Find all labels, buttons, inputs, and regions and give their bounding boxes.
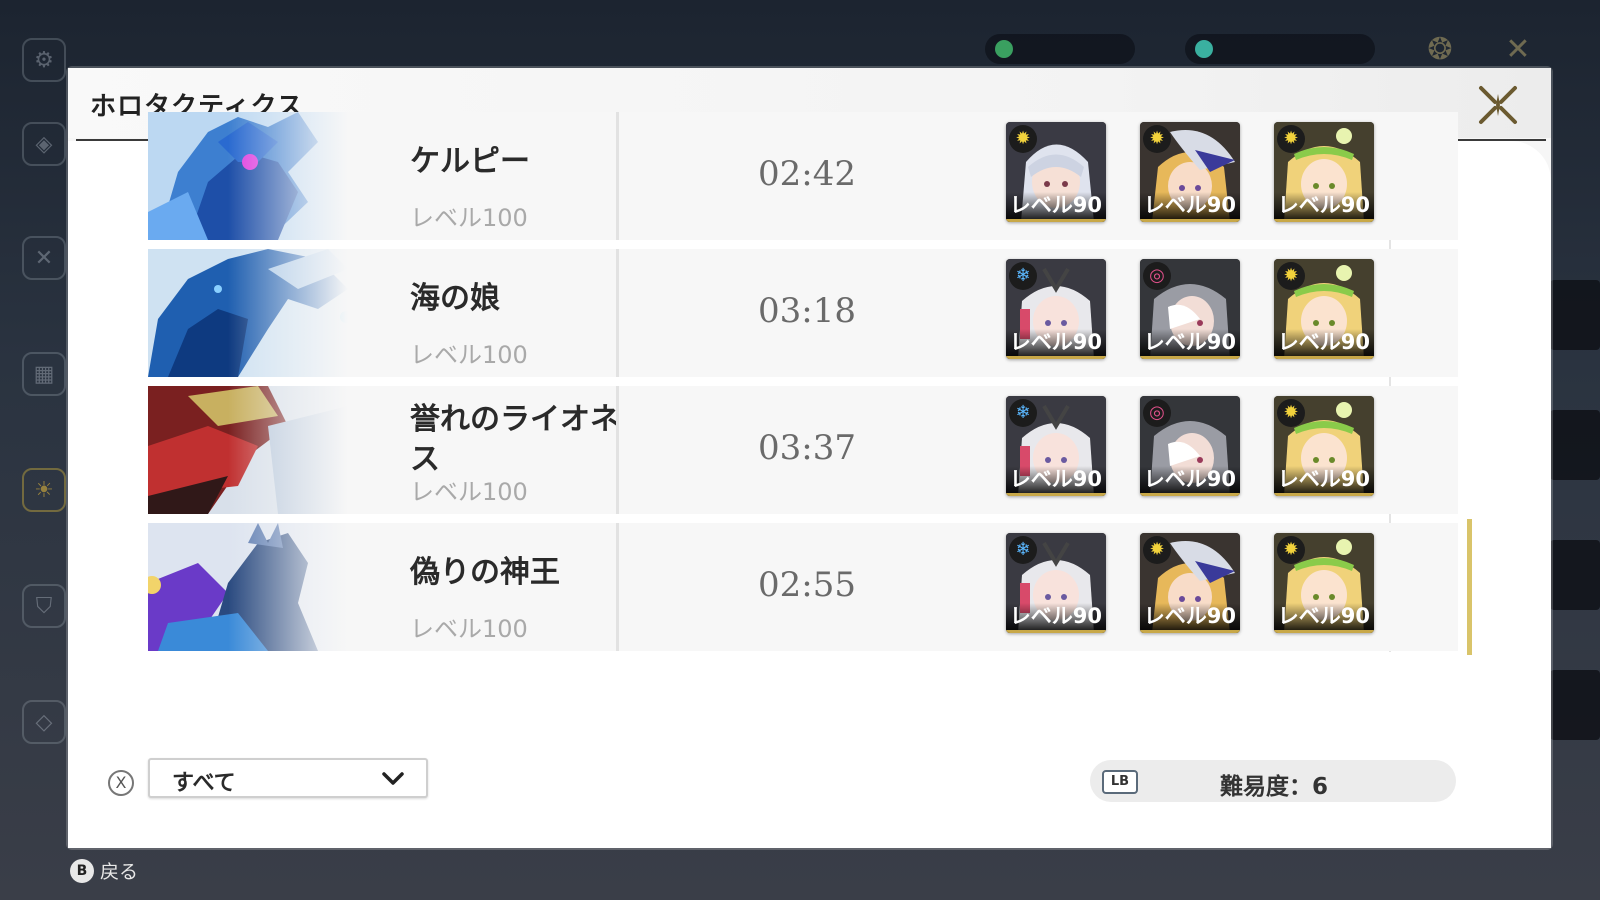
background-side-panel: [1550, 280, 1600, 350]
back-label: 戻る: [100, 861, 139, 883]
difficulty-selector[interactable]: LB 難易度：6: [1090, 760, 1456, 802]
boss-name: 誉れのライオネス: [410, 402, 620, 477]
team-member-3: ✹ レベル90: [1274, 259, 1374, 359]
team-member-2: ✹ レベル90: [1140, 122, 1240, 222]
team-member-3: ✹ レベル90: [1274, 396, 1374, 496]
sun-icon: ✹: [1009, 125, 1037, 153]
chevron-down-icon: [382, 772, 404, 785]
close-icon: [1479, 86, 1517, 124]
boss-level: レベル100: [410, 341, 528, 369]
boss-row-kelpie[interactable]: ケルピー レベル100 02:42 ✹ レベル90 ✹ レベル90 ✹ レベル9…: [148, 112, 1458, 240]
member-level: レベル90: [1140, 466, 1240, 496]
boss-art-lioness: [148, 386, 348, 514]
sun-icon: ✹: [1277, 262, 1305, 290]
boss-row-false-god-king[interactable]: 偽りの神王 レベル100 02:55 ❄ レベル90 ✹ レベル90 ✹ レベル…: [148, 519, 1472, 655]
member-level: レベル90: [1006, 192, 1106, 222]
member-level: レベル90: [1006, 466, 1106, 496]
difficulty-label: 難易度：6: [1220, 774, 1329, 800]
boss-name: ケルピー: [410, 144, 530, 179]
clear-time: 02:55: [758, 565, 856, 605]
filter-dropdown[interactable]: すべて: [148, 758, 428, 798]
clear-time: 02:42: [758, 154, 856, 194]
member-level: レベル90: [1274, 192, 1374, 222]
background-menu-icon: ⚙: [22, 38, 66, 82]
boss-record-list: ケルピー レベル100 02:42 ✹ レベル90 ✹ レベル90 ✹ レベル9…: [148, 112, 1472, 660]
team-member-3: ✹ レベル90: [1274, 122, 1374, 222]
team-member-1: ❄ レベル90: [1006, 259, 1106, 359]
member-level: レベル90: [1006, 603, 1106, 633]
close-button[interactable]: [1473, 80, 1523, 130]
row-divider: [616, 523, 619, 651]
member-level: レベル90: [1140, 603, 1240, 633]
team-member-1: ✹ レベル90: [1006, 122, 1106, 222]
b-button-icon: B: [70, 858, 94, 883]
boss-level: レベル100: [410, 615, 528, 643]
snowflake-icon: ❄: [1009, 262, 1037, 290]
background-battle-icon: ✕: [22, 236, 66, 280]
sun-icon: ✹: [1143, 536, 1171, 564]
boss-art-sea-maiden: [148, 249, 348, 377]
boss-row-lioness[interactable]: 誉れのライオネス レベル100 03:37 ❄ レベル90 ◎ レベル90 ✹ …: [148, 386, 1458, 514]
lb-button-icon: LB: [1102, 770, 1138, 794]
row-divider: [616, 386, 619, 514]
snowflake-icon: ❄: [1009, 399, 1037, 427]
boss-name: 偽りの神王: [410, 555, 560, 590]
sun-icon: ✹: [1143, 125, 1171, 153]
boss-level: レベル100: [410, 478, 528, 506]
team-member-2: ◎ レベル90: [1140, 396, 1240, 496]
member-level: レベル90: [1274, 329, 1374, 359]
background-currency-pill: [985, 34, 1135, 64]
background-close-icon: ✕: [1505, 32, 1531, 67]
team-member-2: ✹ レベル90: [1140, 533, 1240, 633]
member-level: レベル90: [1006, 329, 1106, 359]
background-shield-icon: ⛉: [22, 584, 66, 628]
team-member-2: ◎ レベル90: [1140, 259, 1240, 359]
background-puzzle-icon: ◇: [22, 700, 66, 744]
clear-time: 03:37: [758, 428, 856, 468]
row-divider: [616, 112, 619, 240]
member-level: レベル90: [1140, 192, 1240, 222]
background-stamina-pill: [1185, 34, 1375, 64]
sun-icon: ✹: [1277, 125, 1305, 153]
team-member-1: ❄ レベル90: [1006, 396, 1106, 496]
boss-name: 海の娘: [410, 281, 500, 316]
back-button[interactable]: B 戻る: [70, 857, 138, 884]
background-side-panel: [1550, 670, 1600, 740]
boss-art-kelpie: [148, 112, 348, 240]
background-side-panel: [1550, 540, 1600, 610]
selection-indicator: [1467, 519, 1472, 655]
spiral-icon: ◎: [1143, 399, 1171, 427]
boss-art-false-god-king: [148, 523, 348, 651]
background-event-icon: ☀: [22, 468, 66, 512]
member-level: レベル90: [1274, 466, 1374, 496]
snowflake-icon: ❄: [1009, 536, 1037, 564]
background-side-panel: [1550, 410, 1600, 480]
background-calendar-icon: ▦: [22, 352, 66, 396]
x-button-hint: X: [108, 770, 134, 796]
member-level: レベル90: [1274, 603, 1374, 633]
boss-row-sea-maiden[interactable]: 海の娘 レベル100 03:18 ❄ レベル90 ◎ レベル90 ✹ レベル90: [148, 249, 1458, 377]
row-divider: [616, 249, 619, 377]
filter-value: すべて: [172, 771, 236, 796]
clear-time: 03:18: [758, 291, 856, 331]
team-member-1: ❄ レベル90: [1006, 533, 1106, 633]
spiral-icon: ◎: [1143, 262, 1171, 290]
team-member-3: ✹ レベル90: [1274, 533, 1374, 633]
background-nav-icon: ◈: [22, 122, 66, 166]
member-level: レベル90: [1140, 329, 1240, 359]
sun-icon: ✹: [1277, 536, 1305, 564]
boss-level: レベル100: [410, 204, 528, 232]
sun-icon: ✹: [1277, 399, 1305, 427]
background-settings-icon: ❂: [1427, 32, 1453, 67]
